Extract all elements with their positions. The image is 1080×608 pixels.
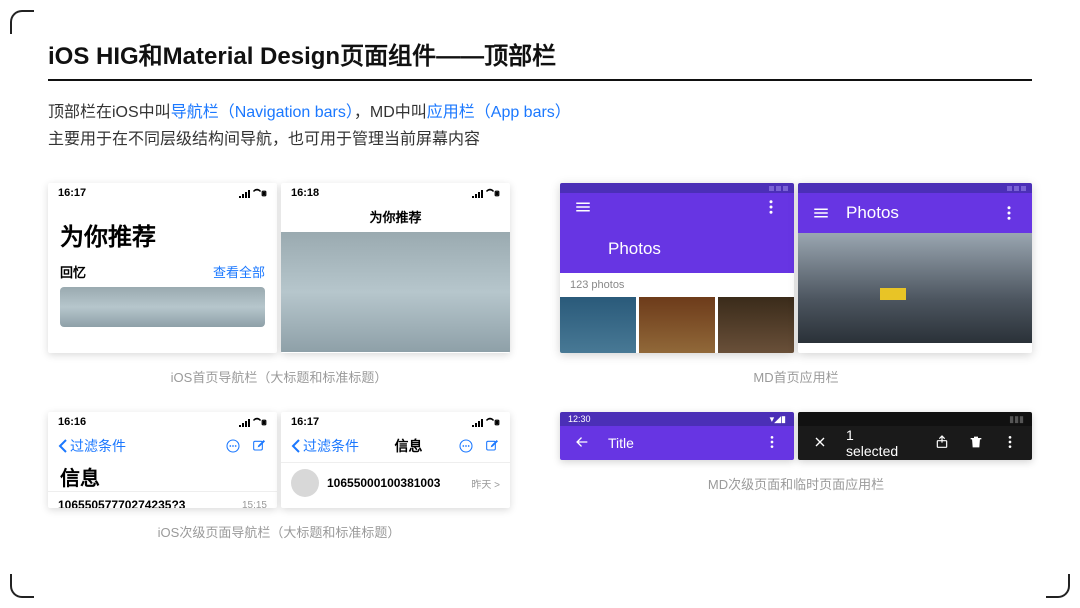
status-signal-icon: [239, 188, 267, 198]
chevron-left-icon: [58, 439, 68, 453]
lead-text-3: 主要用于在不同层级结构间导航，也可用于管理当前屏幕内容: [48, 131, 480, 148]
appbar-title: Title: [608, 435, 634, 451]
overflow-icon[interactable]: [764, 434, 780, 453]
status-time: 12:30: [568, 414, 591, 424]
ios-standard-title-shot: 16:18 为你推荐: [281, 183, 510, 353]
md-sub-appbar-shot: 12:30 ▾◢▮ Title: [560, 412, 794, 460]
ios-sub-std-shot: 16:17 过滤条件 信息: [281, 412, 510, 508]
more-icon[interactable]: [458, 438, 474, 454]
back-button[interactable]: 过滤条件: [291, 436, 359, 456]
message-number: 10655057770274235?3: [58, 498, 185, 508]
md-status-bar: [798, 183, 1032, 193]
compose-icon[interactable]: [251, 438, 267, 454]
photo-placeholder: [798, 233, 1032, 343]
selection-count: 1 selected: [846, 427, 898, 459]
ios-large-title: 为你推荐: [60, 217, 265, 252]
overflow-icon[interactable]: [1000, 204, 1018, 222]
overflow-icon[interactable]: [1002, 434, 1018, 453]
lead-paragraph: 顶部栏在iOS中叫导航栏（Navigation bars），MD中叫应用栏（Ap…: [48, 99, 1032, 153]
ios-home-caption: iOS首页导航栏（大标题和标准标题）: [48, 367, 510, 386]
delete-icon[interactable]: [968, 434, 984, 453]
md-home-caption: MD首页应用栏: [560, 367, 1032, 386]
photo-thumbs: [560, 297, 794, 353]
page-title: iOS HIG和Material Design页面组件——顶部栏: [48, 36, 1032, 81]
status-time: 16:18: [291, 187, 319, 199]
status-signal-icon: [239, 417, 267, 427]
ios-standard-title: 为你推荐: [281, 201, 510, 232]
lead-text-1: 顶部栏在iOS中叫: [48, 104, 171, 121]
ios-see-all-link[interactable]: 查看全部: [213, 262, 265, 281]
status-time: 16:16: [58, 416, 86, 428]
ios-subheading: 回忆: [60, 262, 86, 281]
lead-text-2: ，MD中叫: [354, 104, 427, 121]
status-signal-icon: [472, 188, 500, 198]
ios-large-title-shot: 16:17 为你推荐 回忆 查看全部: [48, 183, 277, 353]
photo-count: 123 photos: [560, 273, 794, 297]
ios-sub-caption: iOS次级页面导航栏（大标题和标准标题）: [48, 522, 510, 541]
lead-term-navbar: 导航栏（Navigation bars）: [171, 104, 354, 121]
chevron-left-icon: [291, 439, 301, 453]
md-sub-caption: MD次级页面和临时页面应用栏: [560, 474, 1032, 493]
photo-placeholder: [60, 287, 265, 327]
status-time: 16:17: [291, 416, 319, 428]
message-timestamp: 昨天 >: [471, 476, 500, 491]
status-signal-icon: [472, 417, 500, 427]
md-status-bar: ▮▮▮: [798, 412, 1032, 426]
md-sub-row: 12:30 ▾◢▮ Title ▮▮▮ 1 selected: [560, 412, 1032, 460]
md-regular-appbar-shot: Photos: [798, 183, 1032, 353]
ios-sub-large-shot: 16:16 过滤条件: [48, 412, 277, 508]
md-contextual-appbar-shot: ▮▮▮ 1 selected: [798, 412, 1032, 460]
photo-placeholder: [281, 232, 510, 352]
compose-icon[interactable]: [484, 438, 500, 454]
ios-home-row: 16:17 为你推荐 回忆 查看全部: [48, 183, 510, 353]
message-number: 10655000100381003: [327, 476, 440, 490]
avatar: [291, 469, 319, 497]
back-label: 过滤条件: [303, 436, 359, 456]
back-label: 过滤条件: [70, 436, 126, 456]
back-arrow-icon[interactable]: [574, 434, 590, 453]
appbar-title: Photos: [846, 203, 899, 223]
ios-large-title-sub: 信息: [60, 462, 265, 491]
more-icon[interactable]: [225, 438, 241, 454]
lead-term-appbar: 应用栏（App bars）: [427, 104, 571, 121]
ios-sub-row: 16:16 过滤条件: [48, 412, 510, 508]
appbar-title: Photos: [608, 239, 661, 259]
md-prominent-appbar-shot: Photos 123 photos: [560, 183, 794, 353]
md-status-bar: [560, 183, 794, 193]
menu-icon[interactable]: [812, 204, 830, 222]
overflow-icon[interactable]: [762, 198, 780, 216]
close-icon[interactable]: [812, 434, 828, 453]
share-icon[interactable]: [934, 434, 950, 453]
ios-standard-title-sub: 信息: [395, 436, 423, 456]
menu-icon[interactable]: [574, 198, 592, 216]
back-button[interactable]: 过滤条件: [58, 436, 126, 456]
status-time: 16:17: [58, 187, 86, 199]
md-status-bar: 12:30 ▾◢▮: [560, 412, 794, 426]
md-home-row: Photos 123 photos Photos: [560, 183, 1032, 353]
message-timestamp: 15:15: [242, 500, 267, 509]
